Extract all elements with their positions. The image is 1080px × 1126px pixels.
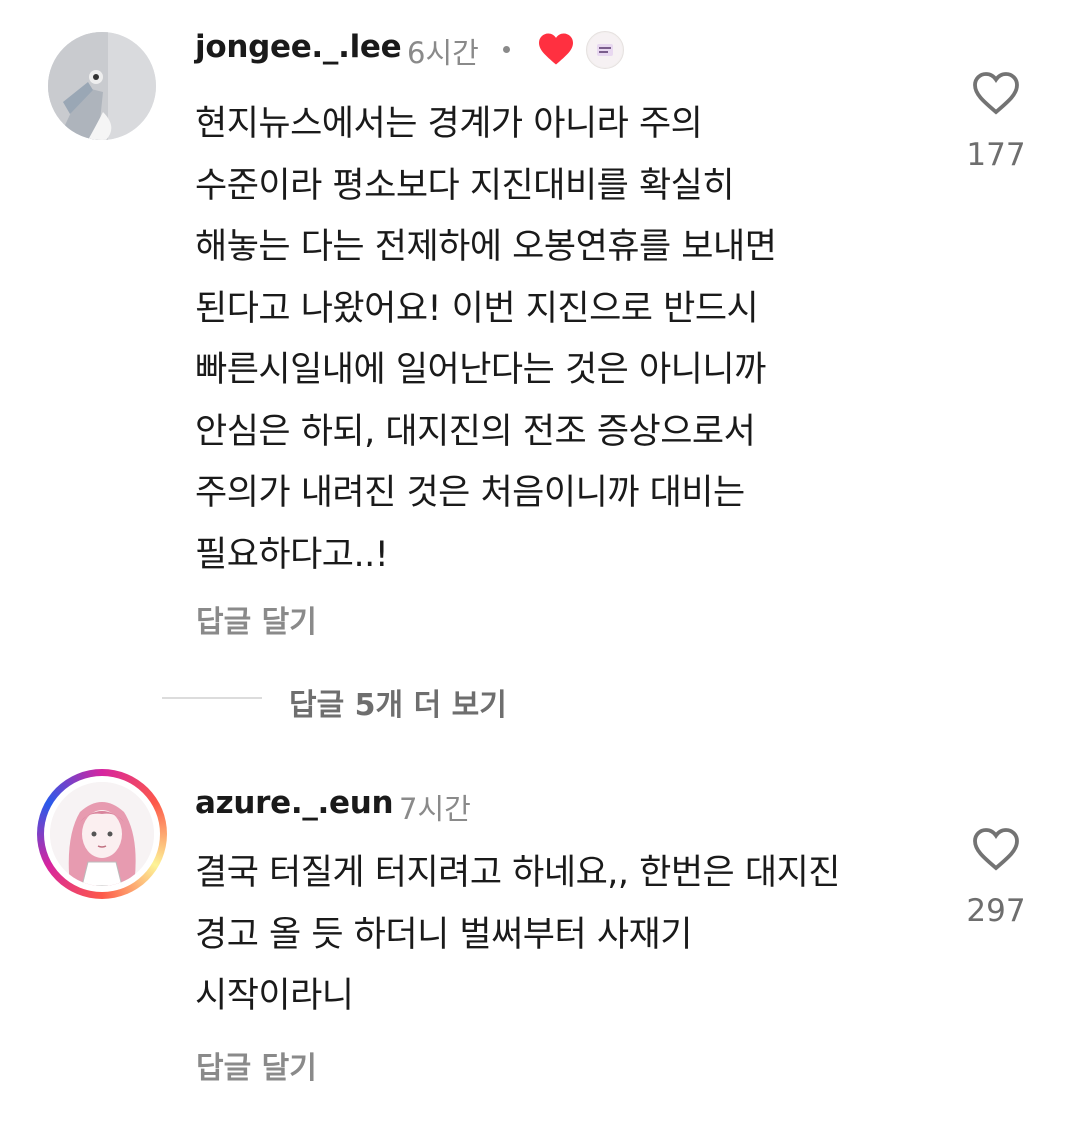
creator-liked-heart-icon [539,33,573,65]
comment-timestamp: 6시간 [407,36,479,70]
view-more-replies-button[interactable]: 답글 5개 더 보기 [289,680,507,724]
comment-timestamp: 7시간 [399,792,471,826]
profile-photo-icon [48,32,156,140]
comment-body: 결국 터질게 터지려고 하네요,, 한번은 대지진 경고 올 듯 하더니 벌써부… [195,853,840,1016]
comment-username[interactable]: azure._.eun [195,785,394,821]
like-count: 177 [966,137,1026,173]
creator-profile-photo-icon [588,33,622,67]
like-count: 297 [966,893,1026,929]
illustrated-character-avatar-icon [50,782,154,886]
commenter-avatar[interactable] [48,32,156,140]
comment-body: 현지뉴스에서는 경계가 아니라 주의 수준이라 평소보다 지진대비를 확실히 해… [195,104,777,575]
commenter-avatar[interactable] [50,782,154,886]
replies-divider [162,697,262,699]
reply-button[interactable]: 답글 달기 [196,1043,317,1087]
like-heart-icon[interactable] [972,71,1020,115]
like-heart-icon[interactable] [972,827,1020,871]
separator-dot [503,46,510,53]
reply-button[interactable]: 답글 달기 [196,597,317,641]
creator-avatar [586,31,624,69]
comment-username[interactable]: jongee._.lee [195,29,402,65]
